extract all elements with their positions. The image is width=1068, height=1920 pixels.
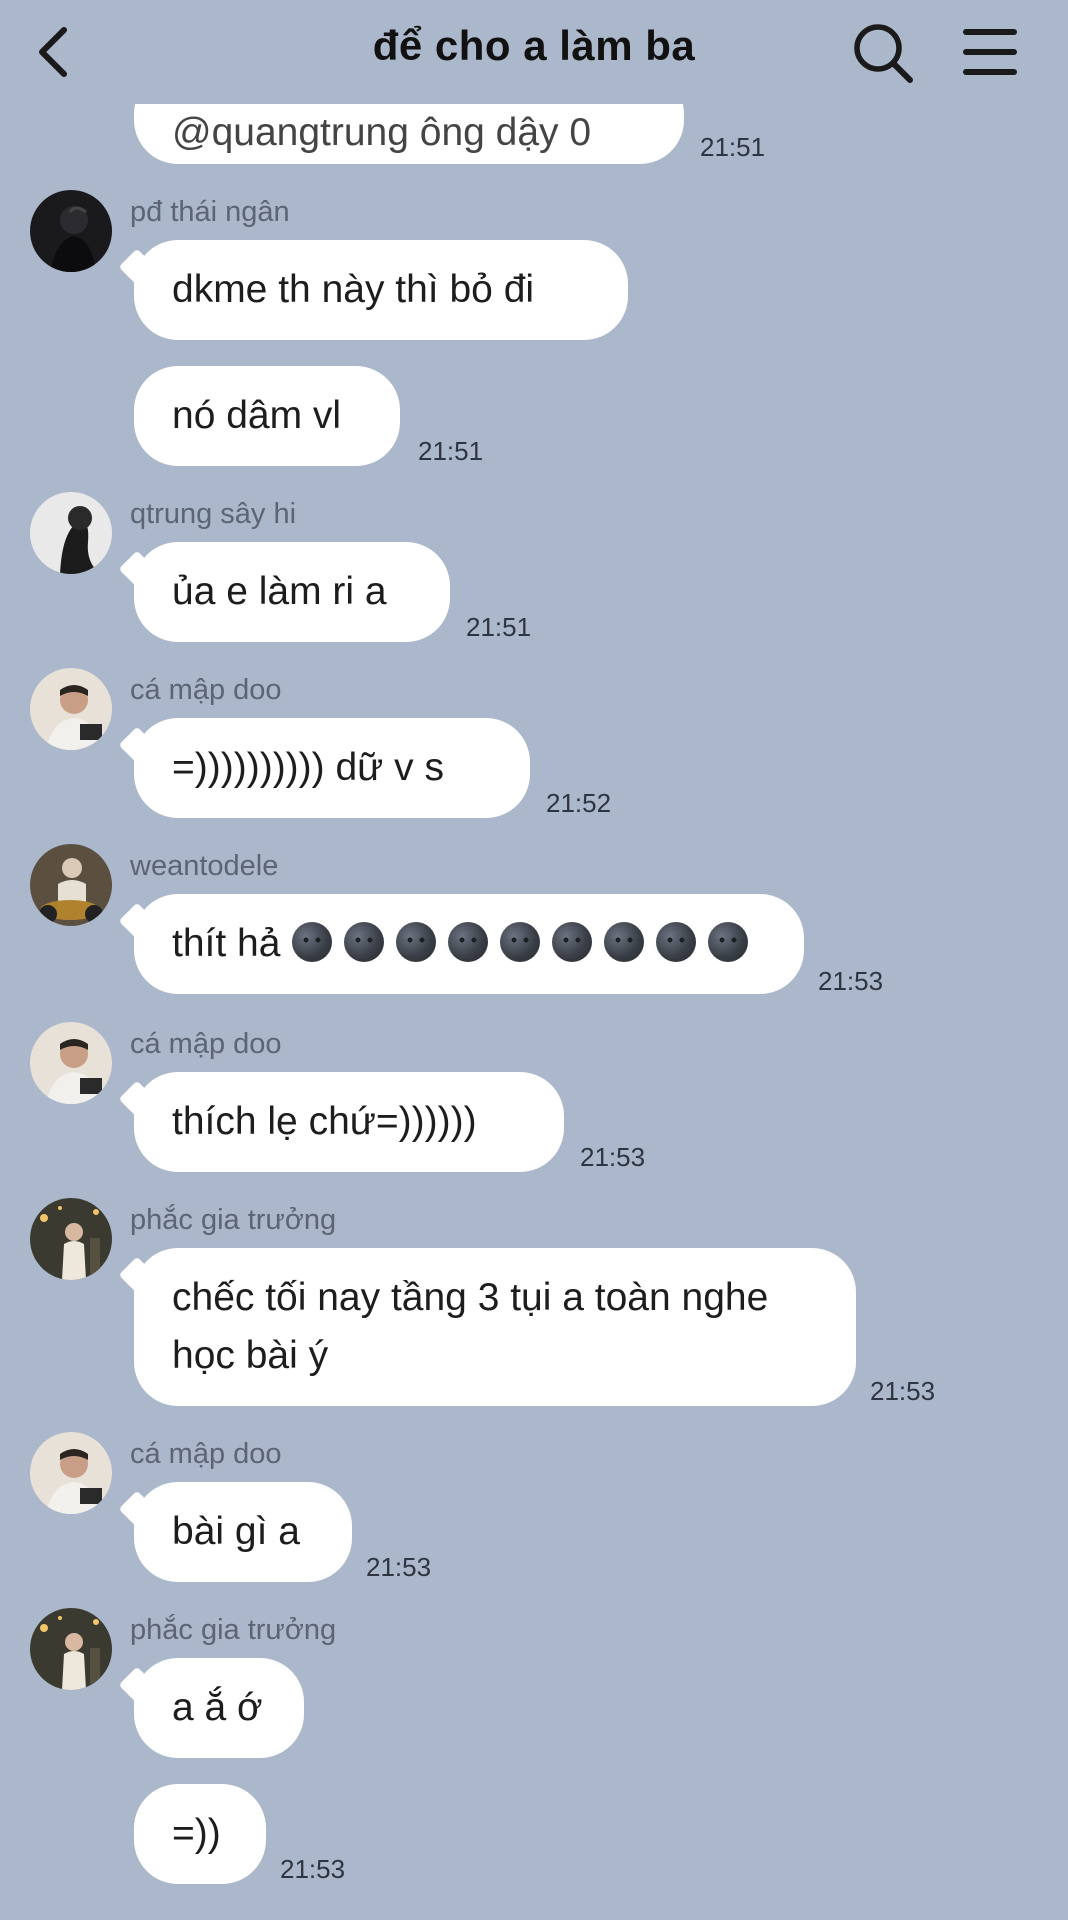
avatar[interactable] <box>30 1432 112 1514</box>
message-bubble[interactable]: thích lẹ chứ=)))))) <box>134 1072 564 1172</box>
new-moon-face-emoji <box>552 922 593 962</box>
message-time: 21:52 <box>546 788 612 818</box>
avatar[interactable] <box>30 1608 112 1690</box>
new-moon-face-emoji <box>656 922 697 962</box>
message-bubble[interactable]: chếc tối nay tầng 3 tụi a toàn nghe học … <box>134 1248 856 1406</box>
message-bubble[interactable]: thít hả <box>134 894 804 994</box>
avatar[interactable] <box>30 1198 112 1280</box>
new-moon-face-emoji <box>708 922 749 962</box>
sender-name: phắc gia trưởng <box>130 1204 337 1236</box>
message-bubble[interactable]: =)) <box>134 1784 266 1884</box>
message-time: 21:53 <box>818 966 884 996</box>
new-moon-face-emoji <box>396 922 437 962</box>
menu-icon <box>963 29 1017 75</box>
chat-header: để cho a làm ba <box>0 0 1068 104</box>
new-moon-face-emoji <box>604 922 645 962</box>
sender-name: weantodele <box>130 850 279 882</box>
sender-name: phắc gia trưởng <box>130 1614 337 1646</box>
new-moon-face-emoji-row <box>280 922 749 965</box>
sender-name: qtrung sây hi <box>130 498 297 530</box>
chat-title: để cho a làm ba <box>372 22 696 69</box>
message-bubble[interactable]: ủa e làm ri a <box>134 542 450 642</box>
sender-name: cá mập doo <box>130 1438 282 1470</box>
message-time: 21:51 <box>700 132 766 162</box>
chevron-left-icon <box>39 27 67 77</box>
search-button[interactable] <box>850 20 916 86</box>
menu-button[interactable] <box>960 22 1020 82</box>
message-bubble[interactable]: nó dâm vl <box>134 366 400 466</box>
message-bubble[interactable]: =)))))))))) dữ v s <box>134 718 530 818</box>
message-bubble[interactable]: bài gì a <box>134 1482 352 1582</box>
chat-scroll-area[interactable]: @quangtrung ông dậy 0 21:51 pđ thái ngân… <box>0 0 1068 1920</box>
message-time: 21:53 <box>280 1854 346 1884</box>
sender-name: cá mập doo <box>130 674 282 706</box>
message-bubble[interactable]: dkme th này thì bỏ đi <box>134 240 628 340</box>
new-moon-face-emoji <box>344 922 385 962</box>
message-time: 21:51 <box>466 612 532 642</box>
avatar[interactable] <box>30 492 112 574</box>
new-moon-face-emoji <box>292 922 333 962</box>
message-time: 21:53 <box>580 1142 646 1172</box>
back-button[interactable] <box>28 22 84 82</box>
sender-name: pđ thái ngân <box>130 196 290 228</box>
message-time: 21:53 <box>366 1552 432 1582</box>
sender-name: cá mập doo <box>130 1028 282 1060</box>
new-moon-face-emoji <box>500 922 541 962</box>
avatar[interactable] <box>30 1022 112 1104</box>
search-icon <box>854 24 913 83</box>
avatar[interactable] <box>30 844 112 926</box>
new-moon-face-emoji <box>448 922 489 962</box>
message-bubble[interactable]: a ắ ớ <box>134 1658 304 1758</box>
message-time: 21:51 <box>418 436 484 466</box>
message-time: 21:53 <box>870 1376 936 1406</box>
avatar[interactable] <box>30 190 112 272</box>
avatar[interactable] <box>30 668 112 750</box>
